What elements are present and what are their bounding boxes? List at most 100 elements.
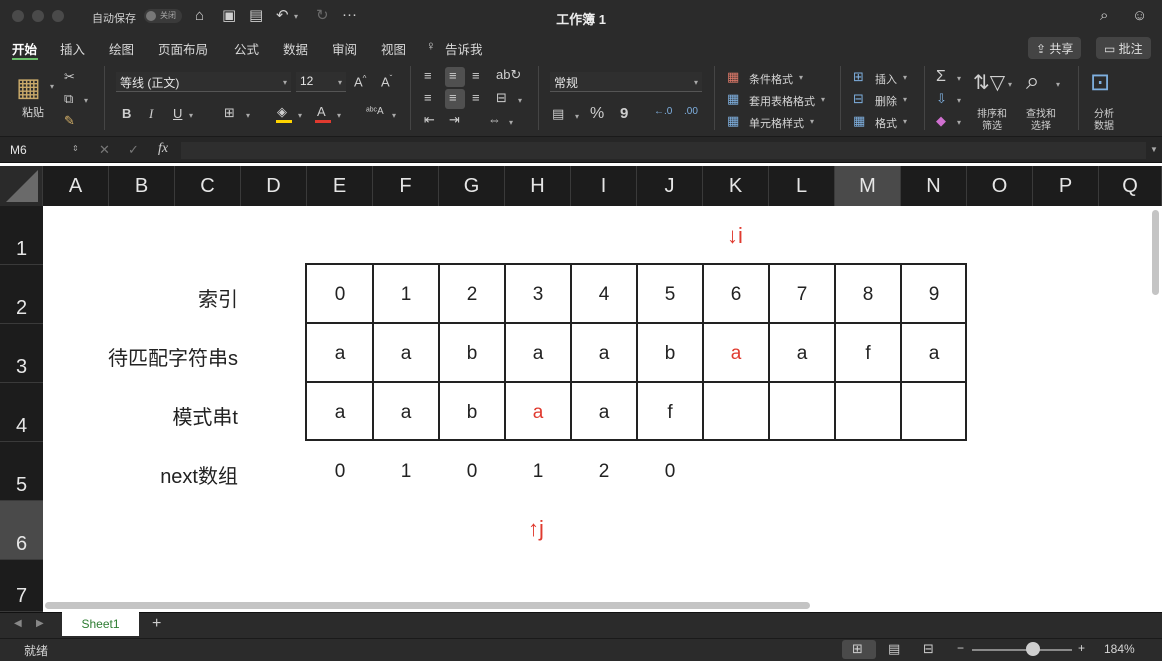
text-cell[interactable]: a	[769, 343, 835, 365]
zoom-in-button[interactable]: +	[1078, 641, 1085, 655]
text-cell[interactable]: f	[835, 343, 901, 365]
text-cell[interactable]: a	[505, 343, 571, 365]
pattern-cell-highlighted[interactable]: a	[505, 402, 571, 424]
format-cells-button[interactable]: 格式	[875, 115, 897, 131]
chevron-down-icon[interactable]: ▾	[799, 73, 803, 82]
tab-insert[interactable]: 插入	[60, 39, 85, 58]
name-box-stepper-icon[interactable]: ⇕	[72, 144, 79, 153]
format-painter-icon[interactable]: ✎	[64, 114, 75, 127]
column-header-m[interactable]: M	[835, 166, 901, 206]
search-icon[interactable]: ⌕	[1100, 8, 1108, 23]
tell-me[interactable]: 告诉我	[445, 39, 483, 58]
font-name-select[interactable]: 等线 (正文) ▾	[116, 72, 291, 92]
text-cell-highlighted[interactable]: a	[703, 343, 769, 365]
increase-decimal-icon[interactable]: ←.0	[654, 106, 672, 117]
merge-dropdown-icon[interactable]: ▾	[509, 118, 513, 127]
borders-icon[interactable]: ⊞	[224, 106, 235, 119]
expand-formula-icon[interactable]: ▼	[1150, 145, 1158, 154]
paste-icon[interactable]: ▦	[16, 72, 41, 103]
index-cell[interactable]: 1	[373, 284, 439, 306]
cut-icon[interactable]: ✂	[64, 70, 75, 83]
percent-style-button[interactable]: %	[590, 106, 604, 122]
column-header-c[interactable]: C	[175, 166, 241, 206]
text-cell[interactable]: a	[373, 343, 439, 365]
comma-style-button[interactable]: 9	[620, 106, 628, 121]
index-cell[interactable]: 6	[703, 284, 769, 306]
number-format-select[interactable]: 常规 ▾	[550, 72, 702, 92]
fill-dropdown-icon[interactable]: ▾	[957, 96, 961, 105]
worksheet-grid[interactable]	[0, 163, 1162, 612]
underline-dropdown-icon[interactable]: ▾	[189, 111, 193, 120]
tab-data[interactable]: 数据	[283, 39, 308, 58]
borders-dropdown-icon[interactable]: ▾	[246, 111, 250, 120]
index-cell[interactable]: 7	[769, 284, 835, 306]
font-size-select[interactable]: 12 ▾	[296, 72, 346, 92]
analyze-data-icon[interactable]: ⊡	[1090, 68, 1110, 97]
font-color-dropdown-icon[interactable]: ▾	[337, 111, 341, 120]
accounting-format-icon[interactable]: ▤	[552, 107, 564, 120]
align-center-button[interactable]: ≡	[445, 89, 465, 109]
next-cell[interactable]: 1	[373, 461, 439, 483]
tab-home[interactable]: 开始	[12, 39, 37, 58]
increase-font-icon[interactable]: A^	[354, 75, 366, 89]
chevron-down-icon[interactable]: ▾	[810, 117, 814, 126]
row-header-6[interactable]: 6	[0, 501, 43, 560]
column-header-g[interactable]: G	[439, 166, 505, 206]
decrease-font-icon[interactable]: Aˇ	[381, 75, 392, 89]
next-cell[interactable]: 0	[637, 461, 703, 483]
next-cell[interactable]: 0	[307, 461, 373, 483]
zoom-out-button[interactable]: −	[957, 641, 964, 655]
add-sheet-button[interactable]: +	[152, 615, 161, 633]
underline-button[interactable]: U	[173, 107, 182, 120]
column-header-f[interactable]: F	[373, 166, 439, 206]
page-break-view-icon[interactable]: ⊟	[923, 642, 934, 655]
increase-indent-icon[interactable]: ⇥	[449, 113, 460, 126]
clear-icon[interactable]: ◆	[936, 114, 946, 127]
column-header-p[interactable]: P	[1033, 166, 1099, 206]
column-header-e[interactable]: E	[307, 166, 373, 206]
column-header-d[interactable]: D	[241, 166, 307, 206]
decrease-indent-icon[interactable]: ⇤	[424, 113, 435, 126]
merge-center-icon[interactable]: ⇔	[488, 113, 501, 126]
prev-sheet-icon[interactable]: ◀	[14, 618, 22, 629]
chevron-down-icon[interactable]: ▾	[903, 117, 907, 126]
column-header-n[interactable]: N	[901, 166, 967, 206]
tab-review[interactable]: 审阅	[332, 39, 357, 58]
index-cell[interactable]: 9	[901, 284, 967, 306]
next-sheet-icon[interactable]: ▶	[36, 618, 44, 629]
insert-function-button[interactable]: fx	[158, 141, 168, 157]
next-cell[interactable]: 0	[439, 461, 505, 483]
text-cell[interactable]: a	[901, 343, 967, 365]
fill-icon[interactable]: ⇩	[936, 92, 947, 105]
page-layout-view-icon[interactable]: ▤	[888, 642, 900, 655]
column-header-q[interactable]: Q	[1099, 166, 1162, 206]
clear-dropdown-icon[interactable]: ▾	[957, 118, 961, 127]
fill-color-icon[interactable]: ◈	[277, 105, 287, 118]
column-header-j[interactable]: J	[637, 166, 703, 206]
wrap-dropdown-icon[interactable]: ▾	[518, 96, 522, 105]
column-header-k[interactable]: K	[703, 166, 769, 206]
vertical-scrollbar[interactable]	[1152, 210, 1159, 295]
column-header-i[interactable]: I	[571, 166, 637, 206]
next-cell[interactable]: 1	[505, 461, 571, 483]
text-cell[interactable]: a	[571, 343, 637, 365]
tab-page-layout[interactable]: 页面布局	[158, 39, 208, 58]
pattern-cell[interactable]: a	[307, 402, 373, 424]
conditional-format-button[interactable]: 条件格式	[749, 71, 793, 87]
align-bottom-icon[interactable]: ≡	[472, 69, 480, 82]
find-select-icon[interactable]: ⌕	[1026, 68, 1039, 96]
cell-style-button[interactable]: 单元格样式	[749, 115, 804, 131]
delete-cells-button[interactable]: 删除	[875, 93, 897, 109]
paste-dropdown-icon[interactable]: ▾	[50, 82, 54, 91]
zoom-slider-track[interactable]	[972, 649, 1072, 651]
index-cell[interactable]: 0	[307, 284, 373, 306]
align-middle-button[interactable]: ≡	[445, 67, 465, 87]
tab-formulas[interactable]: 公式	[234, 39, 259, 58]
bold-button[interactable]: B	[122, 107, 131, 120]
pattern-cell[interactable]: b	[439, 402, 505, 424]
column-header-a[interactable]: A	[43, 166, 109, 206]
chevron-down-icon[interactable]: ▾	[903, 73, 907, 82]
chevron-down-icon[interactable]: ▾	[903, 95, 907, 104]
text-cell[interactable]: b	[637, 343, 703, 365]
chevron-down-icon[interactable]: ▾	[821, 95, 825, 104]
